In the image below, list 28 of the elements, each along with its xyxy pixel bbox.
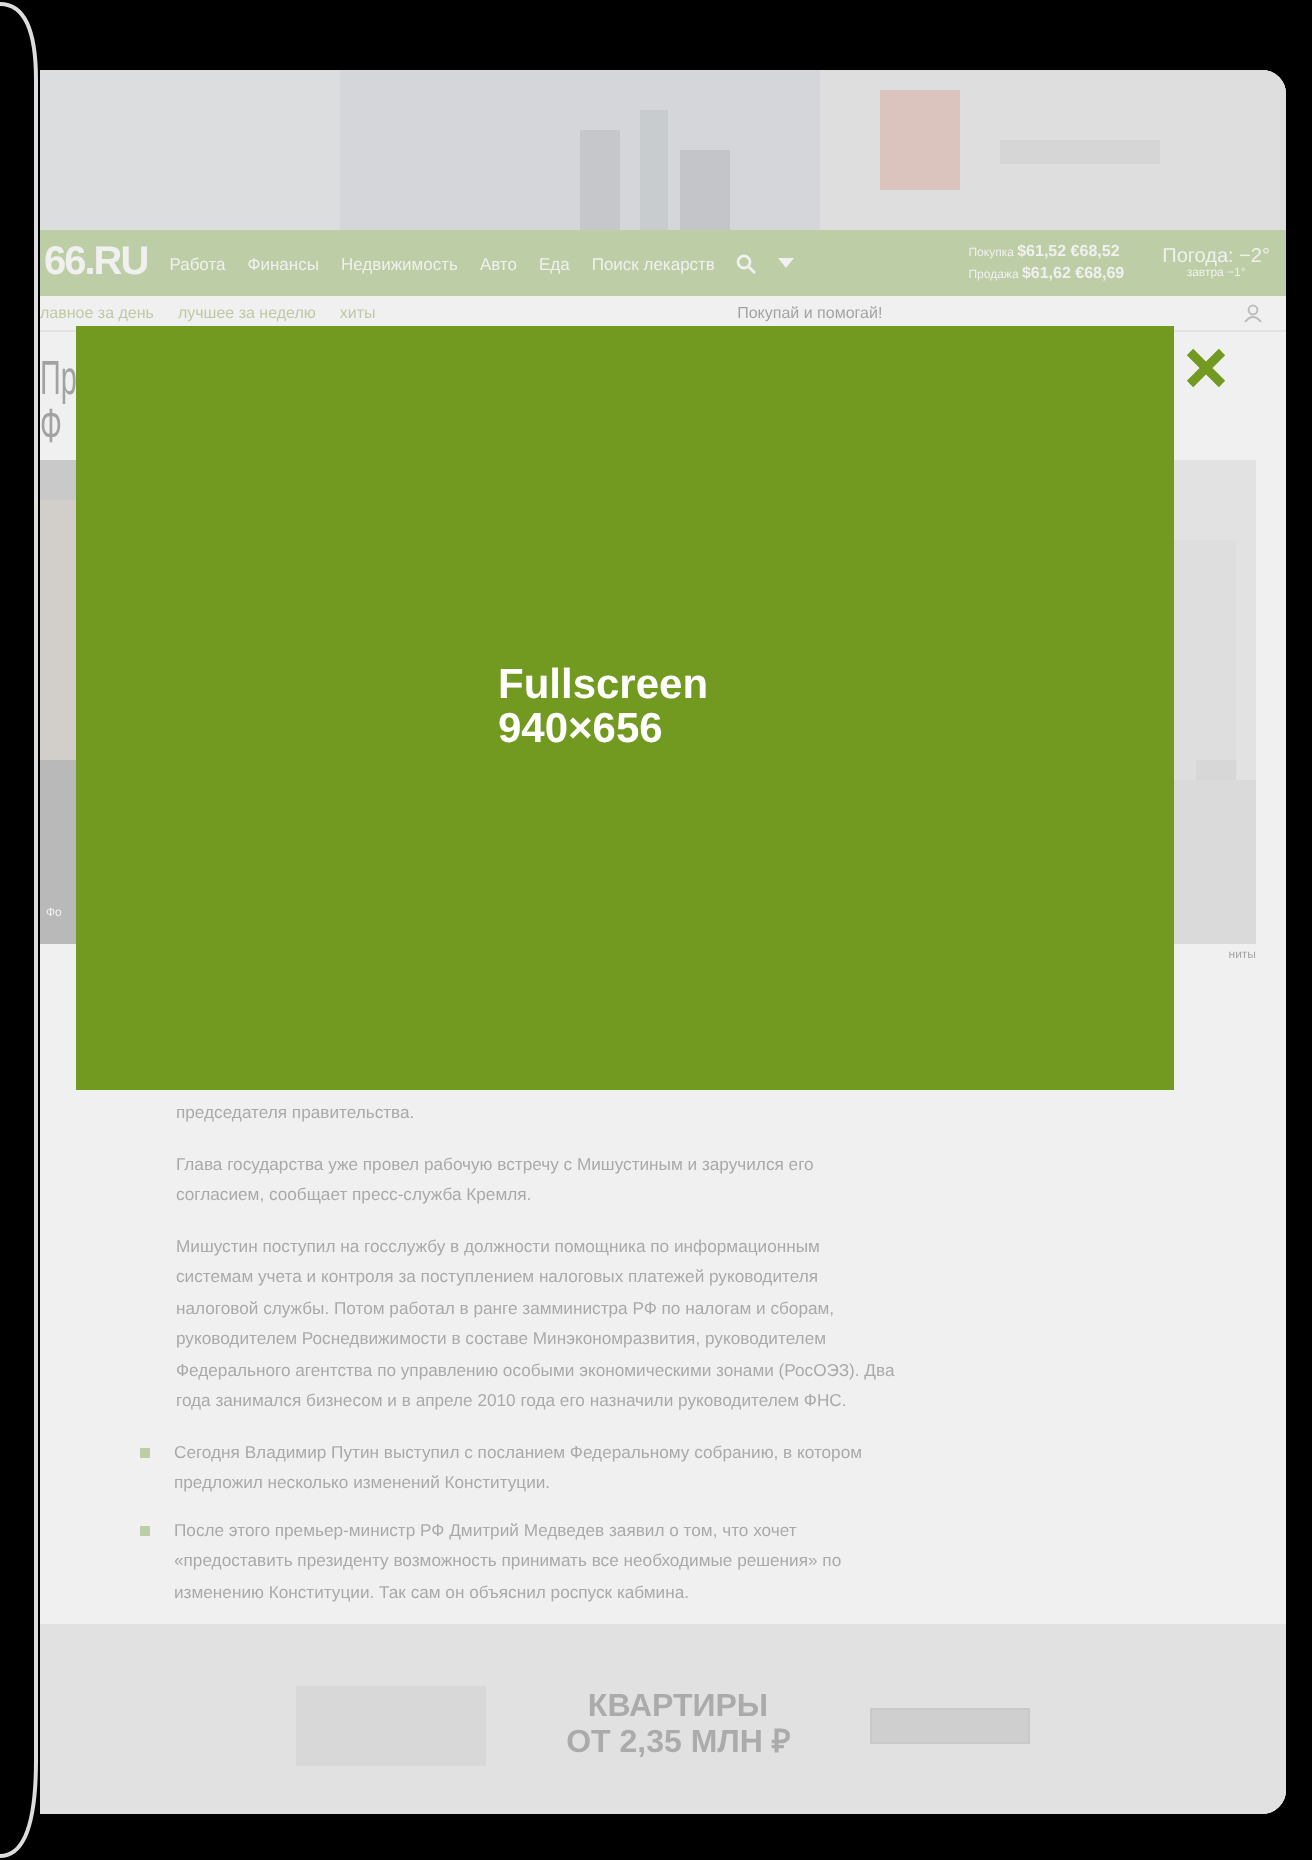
subnav-link[interactable]: хиты <box>339 304 376 322</box>
article-title: Пр <box>40 356 77 404</box>
nav-link[interactable]: Работа <box>169 253 226 273</box>
weather-now: Погода: −2° <box>1162 246 1270 268</box>
promo-link[interactable]: Покупай и помогай! <box>737 304 883 322</box>
subnav-link[interactable]: лавное за день <box>40 304 154 322</box>
user-icon[interactable] <box>1243 304 1262 322</box>
overlay-size: 940×656 <box>498 708 663 752</box>
nav-link[interactable]: Недвижимость <box>340 253 458 273</box>
article-paragraph: председателя правительства. <box>176 1100 417 1126</box>
nav-link[interactable]: Поиск лекарств <box>591 253 715 273</box>
nav-link[interactable]: Финансы <box>247 253 319 273</box>
bullet-text: Сегодня Владимир Путин выступил с посланием Федеральному собранию, в котором предложил несколько изменений Конституции. <box>174 1439 865 1496</box>
nav-link[interactable]: Еда <box>538 253 570 273</box>
article-paragraph: Глава государства уже провел рабочую встречу с Мишустиным и заручился его согласием, сообщает пресс-служба Кремля. <box>176 1151 816 1208</box>
search-icon[interactable] <box>736 253 757 273</box>
subnav-link[interactable]: лучшее за неделю <box>177 304 316 322</box>
site-logo[interactable]: 66.RU <box>44 240 148 286</box>
ad-button[interactable] <box>869 1708 1030 1744</box>
nav-link[interactable]: Авто <box>479 253 517 273</box>
close-icon[interactable] <box>1184 346 1228 390</box>
article-title: Ф <box>40 404 62 452</box>
caret-icon[interactable] <box>778 258 795 268</box>
bullet-icon <box>140 1447 150 1457</box>
bullet-text: После этого премьер-министр РФ Дмитрий Медведев заявил о том, что хочет «предоставить президенту возможность принимать все необходимые решения» по изменению Конституции. Так сам он объяснил роспуск кабмина. <box>174 1517 844 1606</box>
overlay-title: Fullscreen <box>498 664 709 708</box>
article-paragraph: Мишустин поступил на госслужбу в должности помощника по информационным системам учета и контроля за поступлением налоговых платежей руководителя налоговой службы. Потом работал в ранге замминистра РФ по налогам и сборам, руководителем Роснедвижимости в составе Минэкономразвития, руководителем Федерального агентства по управлению особыми экономическими зонами (РосОЭЗ). Два года занимался бизнесом и в апреле 2010 года его назначили руководителем ФНС. <box>176 1233 896 1414</box>
bullet-icon <box>140 1525 150 1535</box>
